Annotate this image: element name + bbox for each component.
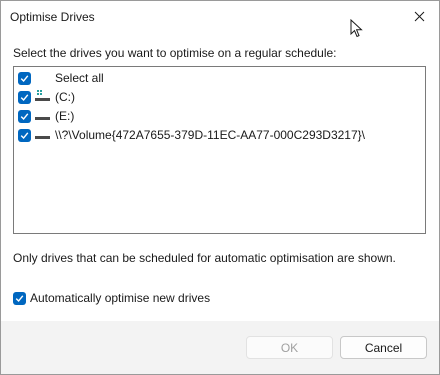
system-drive-icon: [34, 90, 52, 104]
title-bar: Optimise Drives: [1, 1, 439, 32]
checkmark-icon: [20, 131, 29, 139]
auto-optimise-checkbox[interactable]: [13, 291, 26, 305]
dialog-body: Select the drives you want to optimise o…: [1, 32, 439, 321]
scheduling-note: Only drives that can be scheduled for au…: [13, 251, 396, 265]
close-button[interactable]: [399, 1, 439, 32]
auto-optimise-option[interactable]: Automatically optimise new drives: [13, 291, 210, 305]
dialog-footer: OK Cancel: [1, 321, 439, 374]
checkmark-icon: [20, 112, 29, 120]
volume-label: \\?\Volume{472A7655-379D-11EC-AA77-000C2…: [55, 128, 365, 142]
drive-icon: [34, 128, 52, 142]
auto-optimise-label: Automatically optimise new drives: [30, 291, 211, 305]
drive-c-checkbox[interactable]: [18, 90, 31, 104]
instruction-text: Select the drives you want to optimise o…: [13, 46, 337, 60]
volume-checkbox[interactable]: [18, 128, 31, 142]
checkmark-icon: [15, 294, 24, 302]
select-all-label: Select all: [55, 71, 104, 85]
list-item-drive-e[interactable]: (E:): [18, 107, 74, 125]
drive-e-checkbox[interactable]: [18, 109, 31, 123]
list-item-select-all[interactable]: Select all: [18, 69, 104, 87]
drive-c-label: (C:): [55, 90, 75, 104]
close-icon: [414, 11, 424, 22]
drive-list[interactable]: Select all (C:) (E:) \\?\Volume{472A7655…: [13, 66, 426, 234]
checkmark-icon: [20, 74, 29, 82]
checkmark-icon: [20, 93, 29, 101]
cancel-button[interactable]: Cancel: [340, 336, 427, 359]
drive-e-label: (E:): [55, 109, 75, 123]
ok-button[interactable]: OK: [246, 336, 333, 359]
list-item-drive-c[interactable]: (C:): [18, 88, 75, 106]
mouse-cursor-icon: [350, 19, 363, 38]
windows-logo-icon: [37, 90, 43, 96]
select-all-checkbox[interactable]: [18, 71, 31, 85]
drive-icon: [34, 109, 52, 123]
window-title: Optimise Drives: [10, 10, 95, 24]
list-item-volume[interactable]: \\?\Volume{472A7655-379D-11EC-AA77-000C2…: [18, 126, 365, 144]
optimise-drives-dialog: Optimise Drives Select the drives you wa…: [0, 0, 440, 375]
